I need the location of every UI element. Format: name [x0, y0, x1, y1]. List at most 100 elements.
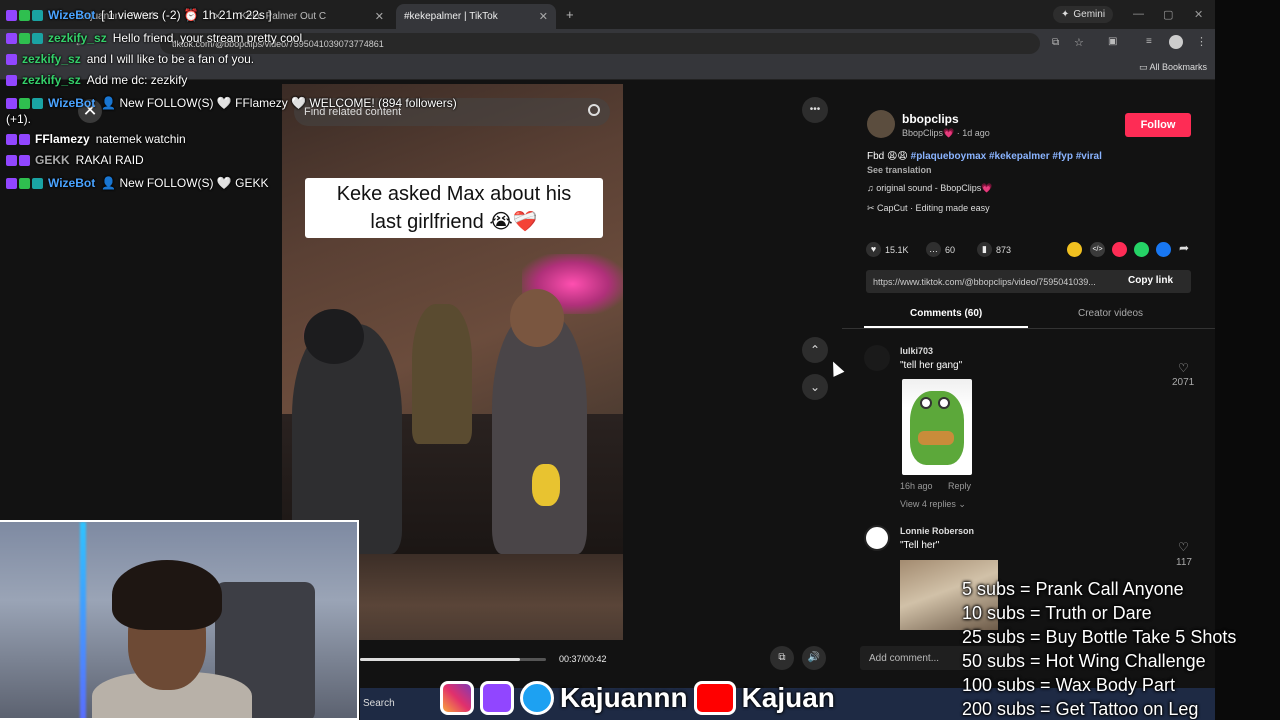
- sidepanel-icon[interactable]: ▣: [1108, 36, 1117, 47]
- chat-text: Hello friend, your stream pretty cool: [112, 31, 303, 45]
- comment-username[interactable]: Lonnie Roberson: [900, 526, 974, 536]
- commenter-avatar[interactable]: [864, 525, 890, 551]
- comment-like-count: 2071: [1172, 377, 1195, 388]
- person-right: [492, 314, 587, 554]
- chat-message: WizeBot 👤 New FOLLOW(S) 🤍 FFlamezy 🤍 WELC…: [6, 96, 457, 110]
- like-count: 15.1K: [885, 244, 909, 255]
- bookmark-icon: ▮: [977, 242, 992, 257]
- tab-comments[interactable]: Comments (60): [910, 308, 982, 319]
- coin-icon[interactable]: [1067, 242, 1082, 257]
- send-icon[interactable]: [1112, 242, 1127, 257]
- reply-button[interactable]: Reply: [948, 481, 971, 491]
- chat-badge-icon: [6, 133, 17, 145]
- sound-link[interactable]: ♫ original sound - BbopClips💗: [867, 183, 993, 194]
- search-icon[interactable]: [588, 104, 600, 116]
- volume-button[interactable]: 🔊: [802, 646, 826, 670]
- kermit-sandwich: [918, 431, 954, 445]
- chat-badge-icon: [32, 97, 43, 109]
- person-left-head: [304, 309, 364, 364]
- minimize-icon[interactable]: —: [1133, 8, 1144, 20]
- follow-button[interactable]: Follow: [1125, 113, 1191, 137]
- install-icon[interactable]: ⧉: [1052, 37, 1059, 48]
- previous-video-button[interactable]: ⌃: [802, 337, 828, 363]
- facebook-icon[interactable]: [1156, 242, 1171, 257]
- gemini-icon: ✦: [1061, 9, 1070, 20]
- save-count: 873: [996, 244, 1012, 255]
- person-middle: [412, 304, 472, 444]
- chat-text: 👤 New FOLLOW(S) 🤍 GEKK: [101, 176, 269, 190]
- view-replies-button[interactable]: View 4 replies ⌄: [900, 499, 966, 510]
- like-stat[interactable]: ♥ 15.1K: [866, 242, 909, 257]
- capcut-label: CapCut · Editing made easy: [877, 203, 990, 213]
- next-video-button[interactable]: ⌄: [802, 374, 828, 400]
- chat-badge-icon: [6, 9, 17, 21]
- chat-badge-icon: [19, 9, 30, 21]
- chat-text: [ 1 viewers (-2) ⏰ 1h 21m 22s ]: [101, 8, 272, 22]
- yellow-bag: [532, 464, 560, 506]
- chat-badge-icon: [32, 32, 43, 44]
- chat-username: WizeBot: [48, 8, 96, 22]
- hashtag-links[interactable]: #plaqueboymax #kekepalmer #fyp #viral: [911, 151, 1102, 162]
- see-translation-link[interactable]: See translation: [867, 165, 932, 175]
- comment-time: 16h ago: [900, 481, 933, 491]
- video-timecode: 00:37/00:42: [559, 654, 607, 664]
- capcut-icon: ✂: [867, 203, 878, 213]
- more-options-button[interactable]: •••: [802, 97, 828, 123]
- window-close-icon[interactable]: ✕: [1194, 8, 1203, 21]
- chat-badge-icon: [19, 32, 30, 44]
- star-icon[interactable]: ☆: [1074, 36, 1084, 49]
- comment-stat[interactable]: … 60: [926, 242, 955, 257]
- chat-username: WizeBot: [48, 176, 96, 190]
- chat-badge-icon: [19, 133, 30, 145]
- tab-creator-videos[interactable]: Creator videos: [1078, 308, 1143, 319]
- comment-username[interactable]: lulki703: [900, 346, 933, 356]
- chat-badge-icon: [6, 154, 17, 166]
- comment-count: 60: [945, 244, 956, 255]
- menu-icon[interactable]: ⋮: [1196, 35, 1207, 48]
- chat-badge-icon: [32, 177, 43, 189]
- creator-username[interactable]: bbopclips: [902, 112, 959, 126]
- chat-text: and I will like to be a fan of you.: [86, 52, 255, 66]
- embed-icon[interactable]: </>: [1090, 242, 1105, 257]
- gemini-button[interactable]: ✦ Gemini: [1053, 6, 1114, 23]
- extensions-icon[interactable]: ≡: [1146, 36, 1152, 47]
- chat-text: Add me dc: zezkify: [86, 73, 188, 87]
- chat-text: natemek watchin: [95, 132, 186, 146]
- chat-username: FFlamezy: [35, 132, 90, 146]
- chevron-down-icon: ⌄: [809, 380, 821, 394]
- comment-image-kermit[interactable]: [902, 379, 972, 475]
- comment-heart-icon[interactable]: ♡: [1178, 361, 1189, 375]
- taskbar-search[interactable]: Search: [363, 698, 395, 709]
- streamer-hair: [112, 560, 222, 630]
- all-bookmarks[interactable]: ▭ All Bookmarks: [1139, 62, 1207, 73]
- sub-goal: 25 subs = Buy Bottle Take 5 Shots: [962, 627, 1237, 647]
- comment-heart-icon[interactable]: ♡: [1178, 540, 1189, 554]
- new-tab-icon[interactable]: +: [566, 7, 574, 22]
- save-stat[interactable]: ▮ 873: [977, 242, 1011, 257]
- chat-text: RAKAI RAID: [75, 153, 144, 167]
- chat-username: zezkify_sz: [22, 73, 81, 87]
- whatsapp-icon[interactable]: [1134, 242, 1149, 257]
- chat-message: zezkify_sz Hello friend, your stream pret…: [6, 31, 302, 45]
- stream-chat: WizeBot [ 1 viewers (-2) ⏰ 1h 21m 22s ] ze…: [0, 0, 560, 200]
- share-arrow-icon[interactable]: ➦: [1179, 241, 1189, 255]
- video-progress-bar[interactable]: [360, 658, 546, 661]
- sub-goal: 100 subs = Wax Body Part: [962, 675, 1175, 695]
- maximize-icon[interactable]: ▢: [1163, 8, 1173, 21]
- profile-avatar[interactable]: [1169, 35, 1183, 49]
- video-link-text: https://www.tiktok.com/@bbopclips/video/…: [873, 276, 1096, 287]
- twitch-icon: [480, 681, 514, 715]
- creator-avatar[interactable]: [867, 110, 895, 138]
- creator-subtitle: BbopClips💗 · 1d ago: [902, 128, 990, 138]
- chat-badge-icon: [6, 32, 17, 44]
- capcut-link[interactable]: ✂ CapCut · Editing made easy: [867, 203, 990, 214]
- chat-message: WizeBot [ 1 viewers (-2) ⏰ 1h 21m 22s ]: [6, 8, 272, 22]
- copy-link-button[interactable]: Copy link: [1128, 275, 1173, 286]
- social-bar: Kajuannn Kajuan: [440, 678, 835, 718]
- chat-username: zezkify_sz: [22, 52, 81, 66]
- pip-button[interactable]: ⧉: [770, 646, 794, 670]
- kermit-eye: [938, 397, 950, 409]
- pip-icon: ⧉: [778, 652, 786, 663]
- commenter-avatar[interactable]: [864, 345, 890, 371]
- social-handle: Kajuannn: [560, 682, 688, 713]
